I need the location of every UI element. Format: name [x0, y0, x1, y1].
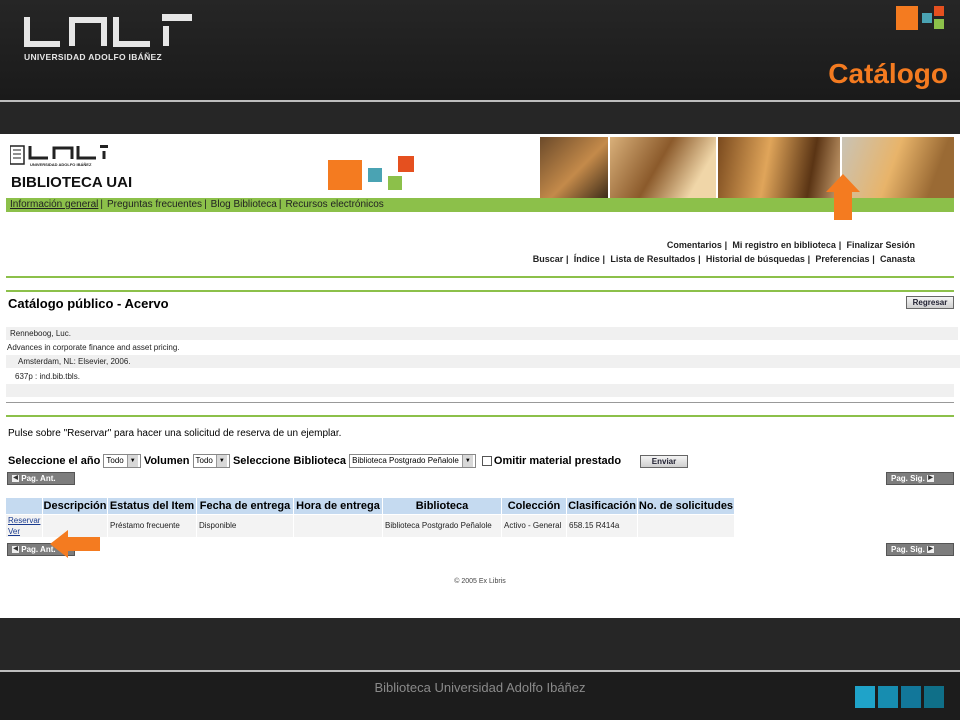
uai-logo-mark-icon: [24, 14, 192, 47]
main-nav: Buscar | Índice | Lista de Resultados | His…: [532, 254, 915, 264]
record-title: Advances in corporate finance and asset …: [7, 343, 180, 352]
slide-header: UNIVERSIDAD ADOLFO IBÁÑEZ Catálogo: [0, 0, 960, 100]
catalog-webpage: UNIVERSIDAD ADOLFO IBÁÑEZ BIBLIOTECA UAI…: [0, 134, 960, 618]
record-physical-description: 637p : ind.bib.tbls.: [15, 372, 80, 381]
nav-canasta[interactable]: Canasta: [880, 254, 915, 264]
menu-item-recursos[interactable]: Recursos electrónicos: [281, 199, 385, 210]
nav-comentarios[interactable]: Comentarios: [667, 240, 722, 250]
library-select[interactable]: Biblioteca Postgrado Peñalole ▼: [349, 454, 476, 468]
table-header: Biblioteca: [383, 498, 501, 514]
chevron-down-icon: ▼: [126, 455, 138, 467]
year-label: Seleccione el año: [8, 454, 101, 467]
library-logo-text: UNIVERSIDAD ADOLFO IBÁÑEZ: [30, 162, 92, 167]
record-publication: Amsterdam, NL: Elsevier, 2006.: [6, 355, 960, 368]
uai-logo: UNIVERSIDAD ADOLFO IBÁÑEZ: [22, 14, 197, 64]
arrow-up-icon: [826, 174, 860, 220]
nav-indice[interactable]: Índice: [574, 254, 600, 264]
menu-item-preguntas[interactable]: Preguntas frecuentes: [103, 199, 204, 210]
photo-reading-room: [540, 137, 608, 199]
prev-page-button[interactable]: ◀ Pag. Ant.: [7, 472, 75, 485]
table-header: No. de solicitudes: [638, 498, 734, 514]
uai-logo-text: UNIVERSIDAD ADOLFO IBÁÑEZ: [24, 52, 162, 62]
table-header: Hora de entrega: [294, 498, 382, 514]
nav-buscar[interactable]: Buscar: [533, 254, 564, 264]
reservar-link[interactable]: Reservar: [8, 516, 40, 525]
nav-preferencias[interactable]: Preferencias: [815, 254, 869, 264]
table-header: Descripción: [43, 498, 107, 514]
footer-text: Biblioteca Universidad Adolfo Ibáñez: [374, 680, 586, 695]
top-band: [0, 102, 960, 134]
bottom-band: [0, 618, 960, 670]
table-header: Estatus del Item: [108, 498, 196, 514]
omit-label: Omitir material prestado: [493, 454, 622, 467]
regresar-button[interactable]: Regresar: [906, 296, 954, 309]
table-header: Fecha de entrega: [197, 498, 293, 514]
year-select[interactable]: Todo ▼: [103, 454, 141, 468]
arrow-left-icon: ◀: [12, 475, 19, 483]
table-header: Clasificación: [567, 498, 637, 514]
divider: [6, 276, 954, 278]
page-title: Catálogo público - Acervo: [8, 296, 169, 311]
enviar-button[interactable]: Enviar: [640, 455, 688, 468]
red-square-icon: [398, 156, 414, 172]
library-title: BIBLIOTECA UAI: [11, 174, 133, 191]
photo-computer-lab: [610, 137, 716, 199]
blue-square-icon: [924, 686, 944, 708]
filter-form: Seleccione el año Todo ▼ Volumen Todo ▼ Se…: [8, 454, 621, 470]
nav-mi-registro[interactable]: Mi registro en biblioteca: [732, 240, 836, 250]
volume-label: Volumen: [143, 454, 190, 467]
table-header: Colección: [502, 498, 566, 514]
arrow-right-icon: ▶: [927, 475, 935, 483]
table-cell: Biblioteca Postgrado Peñalole: [383, 515, 501, 537]
arrow-right-icon: ▶: [927, 546, 935, 554]
record-empty-row: [6, 384, 954, 397]
table-header-blank: [6, 498, 42, 514]
chevron-down-icon: ▼: [461, 455, 473, 467]
library-photo-strip: [540, 137, 954, 199]
footer-divider: [0, 670, 960, 672]
table-cell: Préstamo frecuente: [108, 515, 196, 537]
table-cell: Disponible: [197, 515, 293, 537]
copyright-text: © 2005 Ex Libris: [454, 578, 506, 585]
orange-square-icon: [328, 160, 362, 190]
table-cell: Activo - General: [502, 515, 566, 537]
arrow-left-icon: [50, 530, 100, 558]
table-cell: [294, 515, 382, 537]
table-cell-actions: Reservar Ver: [6, 515, 42, 537]
footer-squares: [855, 686, 947, 713]
slide-title: Catálogo: [828, 58, 948, 89]
teal-square-icon: [922, 13, 932, 23]
volume-select[interactable]: Todo ▼: [192, 454, 230, 468]
blue-square-icon: [855, 686, 875, 708]
blue-square-icon: [878, 686, 898, 708]
top-menu-bar: Información general | Preguntas frecuentes…: [6, 198, 954, 212]
nav-lista-resultados[interactable]: Lista de Resultados: [610, 254, 695, 264]
chevron-down-icon: ▼: [215, 455, 227, 467]
orange-square-icon: [896, 6, 918, 30]
table-cell: [638, 515, 734, 537]
divider: [6, 402, 954, 403]
arrow-left-icon: ◀: [12, 546, 19, 554]
table-cell: 658.15 R414a: [567, 515, 637, 537]
omit-checkbox[interactable]: [481, 456, 492, 466]
instruction-text: Pulse sobre "Reservar" para hacer una so…: [8, 428, 342, 439]
red-square-icon: [934, 6, 944, 16]
blue-square-icon: [901, 686, 921, 708]
next-page-button[interactable]: Pag. Sig. ▶: [886, 543, 954, 556]
record-author: Renneboog, Luc.: [6, 327, 958, 340]
divider: [6, 415, 954, 417]
user-nav: Comentarios | Mi registro en biblioteca | …: [666, 240, 915, 250]
divider: [6, 290, 954, 292]
nav-historial[interactable]: Historial de búsquedas: [706, 254, 805, 264]
photo-library-hall: [718, 137, 840, 199]
green-square-icon: [934, 19, 944, 29]
ver-link[interactable]: Ver: [8, 527, 20, 536]
green-square-icon: [388, 176, 402, 190]
nav-finalizar-sesion[interactable]: Finalizar Sesión: [846, 240, 915, 250]
menu-item-informacion[interactable]: Información general: [6, 199, 100, 210]
teal-square-icon: [368, 168, 382, 182]
next-page-button[interactable]: Pag. Sig. ▶: [886, 472, 954, 485]
menu-item-blog[interactable]: Blog Biblioteca: [207, 199, 279, 210]
library-label: Seleccione Biblioteca: [232, 454, 347, 467]
